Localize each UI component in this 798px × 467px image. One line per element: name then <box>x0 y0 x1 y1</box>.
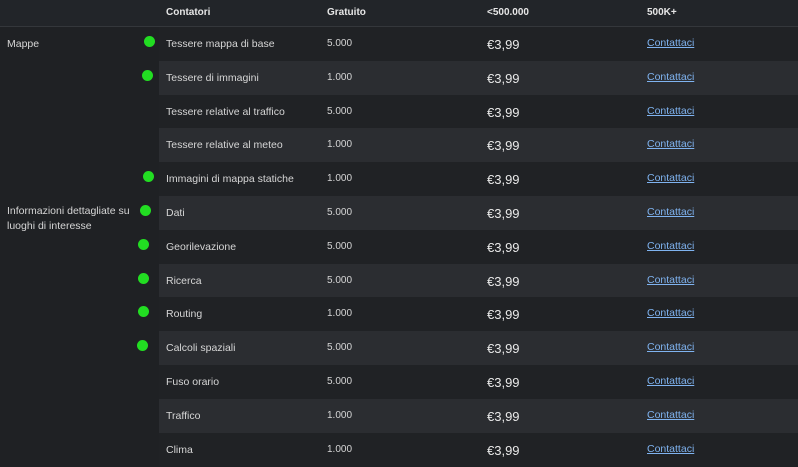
header-free: Gratuito <box>327 7 366 18</box>
status-dot-icon <box>143 171 154 183</box>
contact-link[interactable]: Contattaci <box>647 138 694 150</box>
contact-link[interactable]: Contattaci <box>647 341 694 353</box>
counter-name: Ricerca <box>166 274 202 287</box>
pricing-table: Contatori Gratuito <500.000 500K+ Mappe … <box>0 0 798 467</box>
table-row: Traffico 1.000 €3,99 Contattaci <box>0 398 798 433</box>
free-quota: 1.000 <box>327 409 353 421</box>
counter-name: Tessere mappa di base <box>166 38 275 50</box>
status-dot-icon <box>138 306 149 318</box>
contact-link[interactable]: Contattaci <box>647 307 694 319</box>
free-quota: 1.000 <box>327 71 353 83</box>
counter-name: Tessere di immagini <box>166 71 259 84</box>
table-row: Tessere di immagini 1.000 €3,99 Contattaci <box>0 60 798 95</box>
table-row: Georilevazione 5.000 €3,99 Contattaci <box>0 229 798 264</box>
table-header: Contatori Gratuito <500.000 500K+ <box>0 0 798 27</box>
counter-name: Immagini di mappa statiche <box>166 173 294 186</box>
table-row: Calcoli spaziali 5.000 €3,99 Contattaci <box>0 331 798 365</box>
row-background <box>159 398 798 433</box>
row-background <box>159 432 798 467</box>
header-tier-500k-plus: 500K+ <box>647 7 677 18</box>
tier-price: €3,99 <box>487 205 520 221</box>
tier-price: €3,99 <box>487 408 520 424</box>
counter-name: Calcoli spaziali <box>166 342 236 355</box>
counter-name: Georilevazione <box>166 240 237 253</box>
table-row: Dati 5.000 €3,99 Contattaci <box>0 195 798 230</box>
row-background <box>159 297 798 332</box>
status-dot-icon <box>142 69 153 81</box>
table-row: Tessere relative al traffico 5.000 €3,99 Co… <box>0 94 798 129</box>
free-quota: 5.000 <box>327 375 353 387</box>
tier-price: €3,99 <box>487 341 520 357</box>
contact-link[interactable]: Contattaci <box>647 409 694 421</box>
row-background <box>159 263 798 298</box>
free-quota: 5.000 <box>327 206 353 218</box>
contact-link[interactable]: Contattaci <box>647 375 694 387</box>
tier-price: €3,99 <box>487 239 520 255</box>
table-row: Tessere relative al meteo 1.000 €3,99 Conta… <box>0 128 798 163</box>
header-counters: Contatori <box>166 7 211 18</box>
free-quota: 1.000 <box>327 139 353 151</box>
tier-price: €3,99 <box>487 307 520 323</box>
table-row: Tessere mappa di base 5.000 €3,99 Contattac… <box>0 27 798 61</box>
table-body: Mappe Informazioni dettagliate su luoghi… <box>0 27 798 467</box>
contact-link[interactable]: Contattaci <box>647 443 694 455</box>
counter-name: Dati <box>166 206 185 219</box>
row-background <box>159 331 798 365</box>
contact-link[interactable]: Contattaci <box>647 37 694 49</box>
status-dot-icon <box>138 238 149 250</box>
counter-name: Tessere relative al meteo <box>166 139 283 152</box>
free-quota: 5.000 <box>327 38 353 49</box>
status-dot-icon <box>137 340 148 352</box>
tier-price: €3,99 <box>487 273 520 289</box>
tier-price: €3,99 <box>487 374 520 390</box>
row-background <box>159 364 798 399</box>
free-quota: 5.000 <box>327 105 353 117</box>
free-quota: 1.000 <box>327 308 353 320</box>
counter-name: Traffico <box>166 409 201 422</box>
status-dot-icon <box>144 36 155 47</box>
row-background <box>159 229 798 264</box>
free-quota: 5.000 <box>327 274 353 286</box>
tier-price: €3,99 <box>487 172 520 188</box>
table-row: Immagini di mappa statiche 1.000 €3,99 Cont… <box>0 162 798 196</box>
tier-price: €3,99 <box>487 104 520 120</box>
row-background <box>159 195 798 230</box>
contact-link[interactable]: Contattaci <box>647 240 694 252</box>
table-row: Routing 1.000 €3,99 Contattaci <box>0 297 798 332</box>
free-quota: 5.000 <box>327 342 353 354</box>
contact-link[interactable]: Contattaci <box>647 274 694 286</box>
status-dot-icon <box>138 272 149 284</box>
free-quota: 5.000 <box>327 240 353 252</box>
status-dot-icon <box>140 204 151 216</box>
counter-name: Clima <box>166 443 193 456</box>
tier-price: €3,99 <box>487 70 520 86</box>
table-row: Clima 1.000 €3,99 Contattaci <box>0 432 798 467</box>
contact-link[interactable]: Contattaci <box>647 206 694 218</box>
table-row: Ricerca 5.000 €3,99 Contattaci <box>0 263 798 298</box>
tier-price: €3,99 <box>487 442 520 458</box>
tier-price: €3,99 <box>487 37 520 52</box>
counter-name: Routing <box>166 308 203 321</box>
free-quota: 1.000 <box>327 443 353 455</box>
tier-price: €3,99 <box>487 138 520 154</box>
table-row: Fuso orario 5.000 €3,99 Contattaci <box>0 364 798 399</box>
header-tier-under-500k: <500.000 <box>487 7 529 18</box>
contact-link[interactable]: Contattaci <box>647 71 694 83</box>
contact-link[interactable]: Contattaci <box>647 105 694 117</box>
counter-name: Fuso orario <box>166 375 220 388</box>
counter-name: Tessere relative al traffico <box>166 105 285 118</box>
free-quota: 1.000 <box>327 173 353 185</box>
contact-link[interactable]: Contattaci <box>647 172 694 184</box>
